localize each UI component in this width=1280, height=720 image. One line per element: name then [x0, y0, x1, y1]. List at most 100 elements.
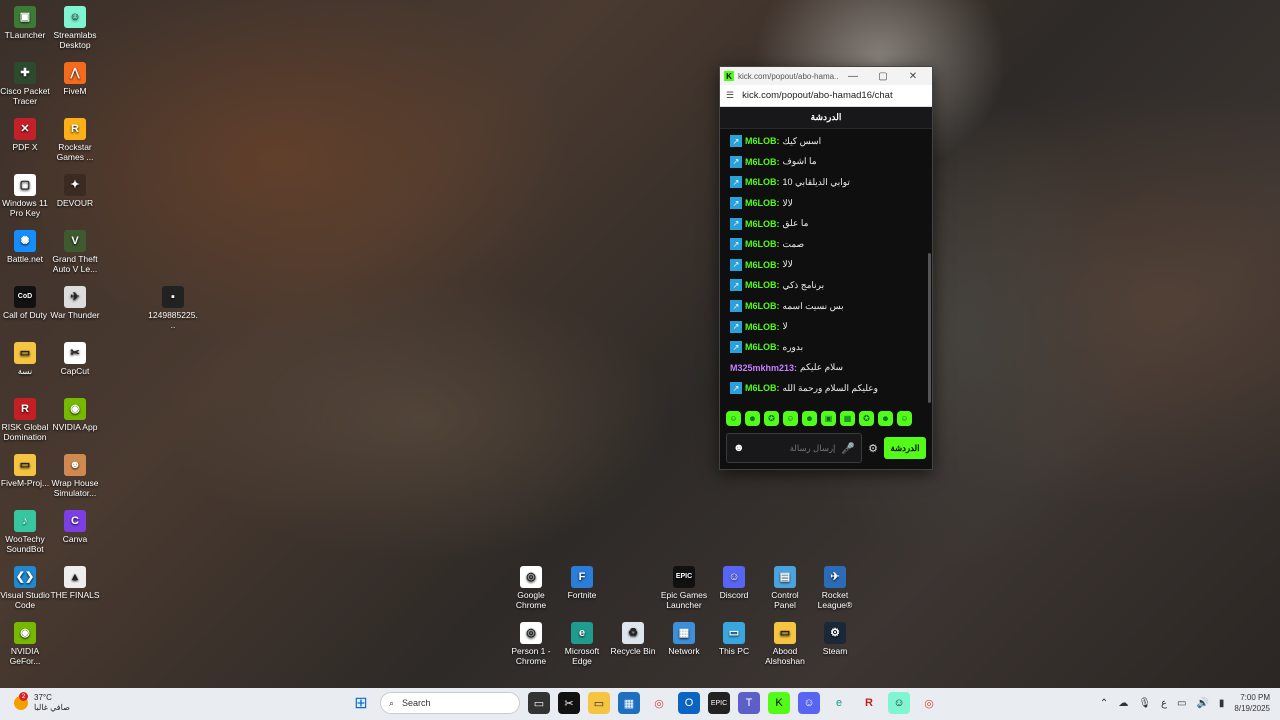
discord-icon[interactable]: ☺	[798, 692, 820, 714]
streamlabs-icon[interactable]: ☺	[888, 692, 910, 714]
chat-username[interactable]: M6LOB	[745, 198, 777, 208]
desktop-icon-visual-studio-code[interactable]: ❮❯ Visual Studio Code	[0, 566, 50, 610]
desktop-icon-wrap-house-simulator[interactable]: ☻ Wrap House Simulator...	[50, 454, 100, 498]
chat-input-box[interactable]: ☻ 🎤	[726, 433, 863, 463]
epic-games-icon[interactable]: EPIC	[708, 692, 730, 714]
gear-icon[interactable]: ⚙	[868, 442, 878, 455]
chat-send-button[interactable]: الدردشة	[884, 437, 926, 459]
window-titlebar[interactable]: K kick.com/popout/abo-hama... — ▢ ✕	[720, 67, 932, 85]
desktop-icon-google-chrome[interactable]: ◎ Google Chrome	[506, 566, 556, 610]
weather-widget[interactable]: 2 37°C صافي غالبا	[14, 692, 70, 713]
chat-username[interactable]: M6LOB	[745, 136, 777, 146]
search-box[interactable]: ⌕ Search	[380, 692, 520, 714]
language-indicator[interactable]: ع	[1161, 698, 1167, 709]
desktop-icon-fortnite[interactable]: F Fortnite	[557, 566, 607, 600]
emoji-picker-icon[interactable]: ☻	[733, 442, 745, 454]
desktop-icon-recycle-bin[interactable]: ♻ Recycle Bin	[608, 622, 658, 656]
desktop-icon-abood-alshoshan[interactable]: ▭ Abood Alshoshan	[760, 622, 810, 666]
cloud-icon[interactable]: ☁	[1118, 698, 1128, 709]
desktop-icon-call-of-duty[interactable]: CoD Call of Duty	[0, 286, 50, 320]
desktop-icon-devour[interactable]: ✦ DEVOUR	[50, 174, 100, 208]
desktop-icon-1249885225[interactable]: ▪ 1249885225...	[148, 286, 198, 330]
chat-scrollbar[interactable]	[928, 253, 931, 403]
chat-username[interactable]: M6LOB	[745, 157, 777, 167]
chat-username[interactable]: M6LOB	[745, 177, 777, 187]
kick-taskbar-icon[interactable]: K	[768, 692, 790, 714]
desktop-icon-discord[interactable]: ☺ Discord	[709, 566, 759, 600]
desktop-icon-tlauncher[interactable]: ▣ TLauncher	[0, 6, 50, 40]
chat-username[interactable]: M6LOB	[745, 260, 777, 270]
desktop-icon-fivem-proj[interactable]: ▭ FiveM-Proj...	[0, 454, 50, 488]
volume-icon[interactable]: 🔊	[1196, 698, 1208, 709]
emote-icon[interactable]: ▦	[840, 411, 855, 426]
desktop-icon-rockstar-games[interactable]: R Rockstar Games ...	[50, 118, 100, 162]
chrome-profile-icon[interactable]: ◎	[918, 692, 940, 714]
chat-username[interactable]: M6LOB	[745, 280, 777, 290]
emote-icon[interactable]: ✪	[859, 411, 874, 426]
desktop-icon-the-finals[interactable]: ▲ THE FINALS	[50, 566, 100, 600]
risk-icon[interactable]: R	[858, 692, 880, 714]
chat-username[interactable]: M6LOB	[745, 342, 777, 352]
task-view-icon[interactable]: ▭	[528, 692, 550, 714]
desktop-icon-steam[interactable]: ⚙ Steam	[810, 622, 860, 656]
microphone-tray-icon[interactable]: 🎙	[1138, 698, 1151, 709]
app-icon: EPIC	[673, 566, 695, 588]
desktop-icon-canva[interactable]: C Canva	[50, 510, 100, 544]
desktop-icon-network[interactable]: ▦ Network	[659, 622, 709, 656]
maximize-button[interactable]: ▢	[868, 71, 898, 82]
site-settings-icon[interactable]: ☰	[726, 90, 734, 101]
desktop-icon-[interactable]: ▭ نسة	[0, 342, 50, 376]
desktop-icon-fivem[interactable]: ⋀ FiveM	[50, 62, 100, 96]
desktop-icon-battle-net[interactable]: ✺ Battle.net	[0, 230, 50, 264]
desktop-icon-person-1-chrome[interactable]: ◎ Person 1 - Chrome	[506, 622, 556, 666]
desktop-icon-epic-games-launcher[interactable]: EPIC Epic Games Launcher	[659, 566, 709, 610]
outlook-icon[interactable]: O	[678, 692, 700, 714]
battery-icon[interactable]: ▮	[1219, 698, 1225, 709]
edge-icon[interactable]: e	[828, 692, 850, 714]
desktop-icon-control-panel[interactable]: ▤ Control Panel	[760, 566, 810, 610]
desktop-icon-risk-global-domination[interactable]: R RISK Global Domination	[0, 398, 50, 442]
start-icon[interactable]: ⊞	[350, 692, 372, 714]
network-icon[interactable]: ▭	[1177, 698, 1186, 709]
desktop-icon-this-pc[interactable]: ▭ This PC	[709, 622, 759, 656]
desktop-icon-rocket-league[interactable]: ✈ Rocket League®	[810, 566, 860, 610]
desktop-icon-nvidia-app[interactable]: ◉ NVIDIA App	[50, 398, 100, 432]
chat-username[interactable]: M6LOB	[745, 383, 777, 393]
chat-message-input[interactable]	[750, 443, 836, 453]
desktop-icon-nvidia-gefor[interactable]: ◉ NVIDIA GeFor...	[0, 622, 50, 666]
desktop-icon-microsoft-edge[interactable]: e Microsoft Edge	[557, 622, 607, 666]
store-icon[interactable]: ▦	[618, 692, 640, 714]
desktop-icon-pdf-x[interactable]: ✕ PDF X	[0, 118, 50, 152]
chat-username[interactable]: M325mkhm213	[730, 363, 794, 373]
chat-username[interactable]: M6LOB	[745, 301, 777, 311]
emote-icon[interactable]: ☺	[726, 411, 741, 426]
desktop-icon-streamlabs-desktop[interactable]: ☺ Streamlabs Desktop	[50, 6, 100, 50]
file-explorer-icon[interactable]: ▭	[588, 692, 610, 714]
chat-username[interactable]: M6LOB	[745, 239, 777, 249]
close-button[interactable]: ✕	[898, 71, 928, 82]
emote-icon[interactable]: ☺	[897, 411, 912, 426]
emote-icon[interactable]: ☺	[783, 411, 798, 426]
desktop-icon-windows-11-pro-key[interactable]: ▢ Windows 11 Pro Key	[0, 174, 50, 218]
desktop-icon-war-thunder[interactable]: ✈ War Thunder	[50, 286, 100, 320]
emote-icon[interactable]: ☻	[878, 411, 893, 426]
teams-icon[interactable]: T	[738, 692, 760, 714]
address-bar[interactable]: ☰ kick.com/popout/abo-hamad16/chat	[720, 85, 932, 107]
chrome-icon[interactable]: ◎	[648, 692, 670, 714]
desktop-icon-cisco-packet-tracer[interactable]: ✚ Cisco Packet Tracer	[0, 62, 50, 106]
desktop-icon-capcut[interactable]: ✂ CapCut	[50, 342, 100, 376]
chat-username[interactable]: M6LOB	[745, 219, 777, 229]
emote-icon[interactable]: ▣	[821, 411, 836, 426]
desktop-icon-wootechy-soundbot[interactable]: ♪ WooTechy SoundBot	[0, 510, 50, 554]
clock[interactable]: 7:00 PM 8/19/2025	[1234, 692, 1270, 714]
emote-icon[interactable]: ☻	[802, 411, 817, 426]
emote-icon[interactable]: ✪	[764, 411, 779, 426]
minimize-button[interactable]: —	[838, 71, 868, 82]
desktop-icon-grand-theft-auto-v-le[interactable]: V Grand Theft Auto V Le...	[50, 230, 100, 274]
capcut-taskbar-icon[interactable]: ✂	[558, 692, 580, 714]
emote-icon[interactable]: ☻	[745, 411, 760, 426]
microphone-icon[interactable]: 🎤	[841, 442, 855, 455]
chevron-up-icon[interactable]: ⌃	[1100, 698, 1108, 709]
chat-username[interactable]: M6LOB	[745, 322, 777, 332]
kick-chat-popup-window[interactable]: K kick.com/popout/abo-hama... — ▢ ✕ ☰ ki…	[719, 66, 933, 470]
